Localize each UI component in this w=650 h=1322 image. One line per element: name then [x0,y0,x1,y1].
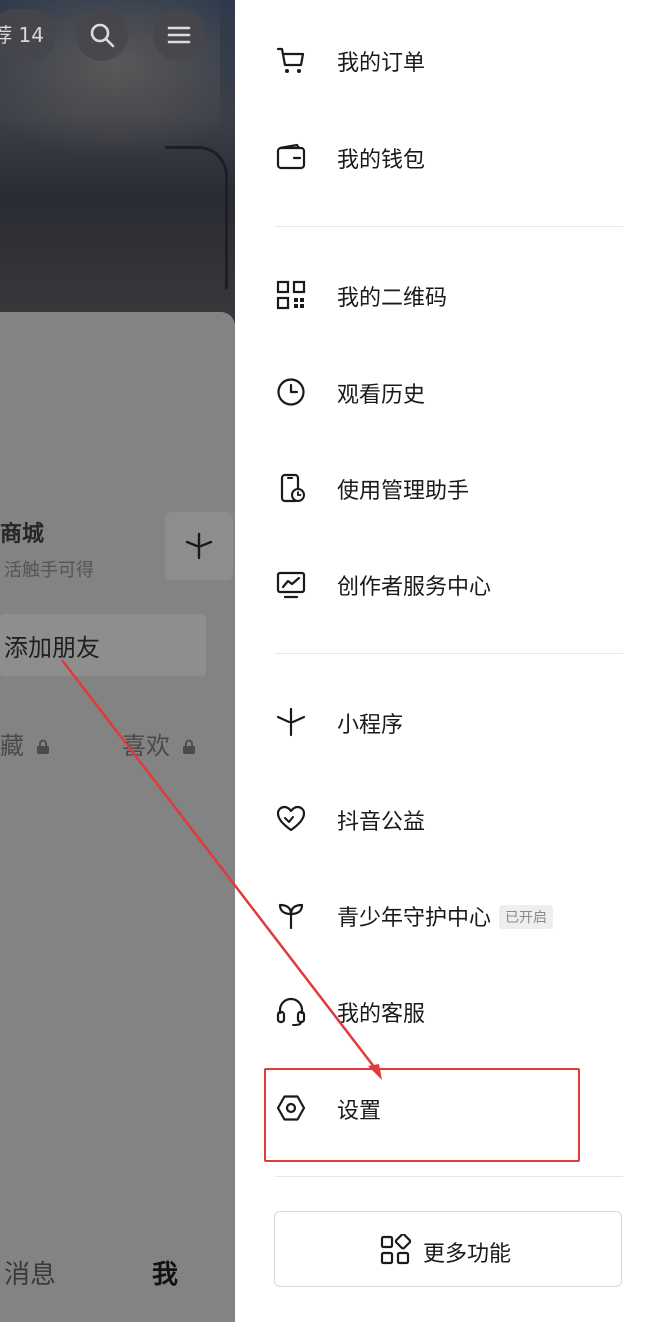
more-features-label: 更多功能 [423,1242,512,1267]
grid-apps-icon [380,1234,411,1265]
sprout-icon [278,903,304,930]
tab-like[interactable]: 喜欢 [122,726,196,761]
menu-label: 我的客服 [337,1002,426,1027]
tab-collect[interactable]: 藏 [0,726,50,761]
menu-label: 抖音公益 [337,810,426,835]
menu-item-wallet[interactable]: 我的钱包 [235,127,650,187]
nav-messages[interactable]: 消息 [4,1254,56,1291]
menu-label: 创作者服务中心 [337,575,492,600]
menu-item-creator-center[interactable]: 创作者服务中心 [235,554,650,614]
qrcode-icon [276,280,306,310]
add-friend-label: 添加朋友 [4,634,100,662]
background-profile-page: 荐 14 商城 活触手可得 添加朋友 藏 喜欢 消息 我 [0,0,235,1322]
nav-me[interactable]: 我 [152,1254,178,1291]
mall-subtitle: 活触手可得 [4,560,94,581]
divider [275,653,623,654]
hamburger-icon [167,26,191,44]
lock-icon [36,739,49,754]
wallet-icon [276,143,306,170]
heart-hands-icon [276,805,306,832]
menu-item-youth-guard[interactable]: 青少年守护中心 已开启 [235,885,650,945]
mini-program-icon [185,532,213,560]
more-features-button[interactable]: 更多功能 [274,1211,622,1287]
menu-label: 我的订单 [337,51,426,76]
menu-item-customer-service[interactable]: 我的客服 [235,981,650,1041]
menu-label: 我的二维码 [337,286,448,311]
menu-item-orders[interactable]: 我的订单 [235,30,650,90]
status-badge: 已开启 [499,905,554,929]
mini-program-shortcut[interactable] [165,512,233,580]
menu-item-history[interactable]: 观看历史 [235,362,650,422]
phone-time-icon [280,473,305,503]
recommend-count-text: 荐 14 [0,23,44,47]
menu-label: 青少年守护中心 已开启 [337,900,554,932]
tab-collect-label: 藏 [0,732,24,760]
menu-label: 小程序 [337,713,404,738]
divider [275,1176,623,1177]
menu-item-usage-manager[interactable]: 使用管理助手 [235,458,650,518]
tab-like-label: 喜欢 [122,732,170,760]
headset-icon [276,997,306,1026]
search-icon [90,23,115,48]
mini-program-icon [276,707,306,737]
cart-icon [276,47,305,73]
mall-title: 商城 [0,522,45,547]
menu-label: 观看历史 [337,383,426,408]
menu-item-qrcode[interactable]: 我的二维码 [235,265,650,325]
recommend-count-pill[interactable]: 荐 14 [0,9,56,61]
annotation-highlight-box [264,1068,580,1162]
add-friend-button[interactable]: 添加朋友 [0,614,206,676]
menu-label: 我的钱包 [337,148,426,173]
menu-label: 使用管理助手 [337,479,470,504]
lock-icon [182,739,195,754]
menu-button[interactable] [153,9,205,61]
search-button[interactable] [76,9,128,61]
menu-item-mini-programs[interactable]: 小程序 [235,692,650,752]
profile-card [0,312,235,1322]
divider [275,226,623,227]
creator-chart-icon [276,571,306,599]
clock-icon [277,378,305,406]
menu-item-charity[interactable]: 抖音公益 [235,789,650,849]
